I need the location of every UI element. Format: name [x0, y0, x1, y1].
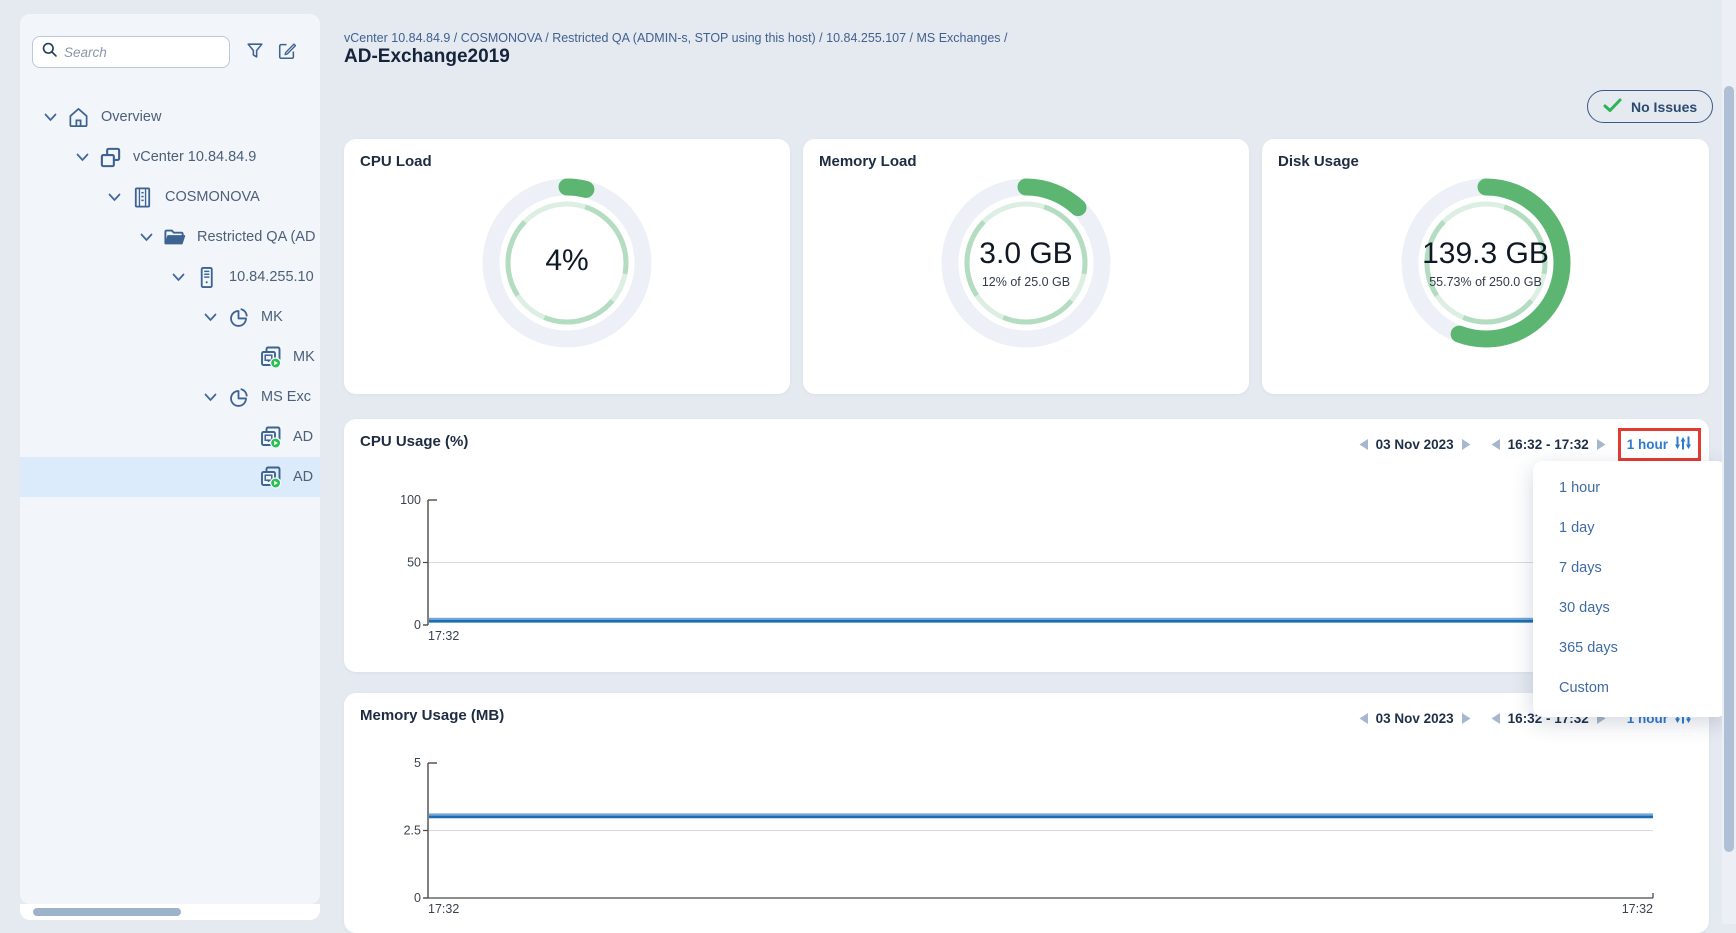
page-vertical-scrollbar[interactable]	[1722, 0, 1736, 924]
pool-icon	[227, 306, 251, 329]
chevron-down-icon[interactable]	[44, 113, 58, 122]
tree-item-ad[interactable]: AD	[20, 457, 320, 497]
vm-icon	[259, 425, 283, 449]
cpu-usage-card: CPU Usage (%) 03 Nov 202316:32 - 17:321 …	[344, 419, 1709, 672]
tree-item-label: AD	[293, 469, 313, 485]
interval-option-7-days[interactable]: 7 days	[1533, 548, 1727, 588]
cpu-load-gauge: 4%	[472, 168, 662, 358]
navigation-tree: Overview vCenter 10.84.84.9 COSMONOVA Restr…	[20, 97, 320, 497]
interval-option-custom[interactable]: Custom	[1533, 668, 1727, 708]
tree-item-label: 10.84.255.10	[229, 269, 314, 285]
disk-usage-title: Disk Usage	[1278, 153, 1359, 170]
search-box[interactable]	[32, 36, 230, 68]
tree-item-label: Restricted QA (AD	[197, 229, 315, 245]
page-scrollbar-thumb[interactable]	[1724, 86, 1734, 852]
vm-icon	[259, 345, 283, 369]
tree-item-10-84-255-10[interactable]: 10.84.255.10	[20, 257, 320, 297]
tree-item-label: MS Exc	[261, 389, 311, 405]
chevron-down-icon[interactable]	[108, 193, 122, 202]
tree-item-vcenter-10-84-84-9[interactable]: vCenter 10.84.84.9	[20, 137, 320, 177]
edit-icon[interactable]	[274, 38, 300, 64]
tree-item-label: Overview	[101, 109, 161, 125]
vm-icon	[259, 465, 283, 489]
svg-text:0: 0	[414, 618, 421, 632]
tree-item-label: COSMONOVA	[165, 189, 260, 205]
memory-usage-chart: 5 2.5 0 17:32 17:32	[344, 693, 1709, 933]
check-icon	[1603, 98, 1622, 116]
sidebar: Overview vCenter 10.84.84.9 COSMONOVA Restr…	[20, 14, 320, 904]
cpu-usage-chart: 100 50 0 17:32	[344, 419, 1709, 672]
tree-item-label: AD	[293, 429, 313, 445]
tree-item-overview[interactable]: Overview	[20, 97, 320, 137]
home-icon	[67, 106, 91, 129]
memory-load-title: Memory Load	[819, 153, 917, 170]
svg-text:2.5: 2.5	[404, 824, 421, 838]
tree-item-mk[interactable]: MK	[20, 297, 320, 337]
folder-icon	[163, 226, 187, 249]
interval-option-1-hour[interactable]: 1 hour	[1533, 468, 1727, 508]
interval-option-365-days[interactable]: 365 days	[1533, 628, 1727, 668]
tree-item-label: vCenter 10.84.84.9	[133, 149, 256, 165]
sidebar-horizontal-scrollbar[interactable]	[20, 904, 320, 920]
tree-item-cosmonova[interactable]: COSMONOVA	[20, 177, 320, 217]
memory-load-gauge: 3.0 GB 12% of 25.0 GB	[931, 168, 1121, 358]
status-badge-label: No Issues	[1631, 99, 1697, 115]
tree-item-ms-exc[interactable]: MS Exc	[20, 377, 320, 417]
chevron-down-icon[interactable]	[140, 233, 154, 242]
chevron-down-icon[interactable]	[172, 273, 186, 282]
search-icon	[41, 41, 58, 63]
pool-icon	[227, 386, 251, 409]
svg-text:5: 5	[414, 756, 421, 770]
svg-text:0: 0	[414, 891, 421, 905]
tree-item-mk[interactable]: MK	[20, 337, 320, 377]
breadcrumb[interactable]: vCenter 10.84.84.9 / COSMONOVA / Restric…	[344, 31, 1008, 45]
disk-usage-card: Disk Usage 139.3 GB 55.73% of 250.0 GB	[1262, 139, 1709, 394]
tree-item-label: MK	[261, 309, 283, 325]
chevron-down-icon[interactable]	[204, 393, 218, 402]
memory-usage-card: Memory Usage (MB) 03 Nov 202316:32 - 17:…	[344, 693, 1709, 933]
svg-text:50: 50	[407, 556, 421, 570]
chevron-down-icon[interactable]	[204, 313, 218, 322]
svg-text:17:32: 17:32	[1622, 902, 1653, 916]
status-badge[interactable]: No Issues	[1587, 90, 1713, 123]
chevron-down-icon[interactable]	[76, 153, 90, 162]
interval-option-1-day[interactable]: 1 day	[1533, 508, 1727, 548]
svg-text:100: 100	[400, 493, 421, 507]
sidebar-toolbar	[20, 14, 320, 68]
cpu-load-card: CPU Load 4%	[344, 139, 790, 394]
memory-load-card: Memory Load 3.0 GB 12% of 25.0 GB	[803, 139, 1249, 394]
svg-text:17:32: 17:32	[428, 629, 459, 643]
sidebar-scrollbar-thumb[interactable]	[33, 908, 181, 916]
tree-item-restricted-qa-ad[interactable]: Restricted QA (AD	[20, 217, 320, 257]
tree-item-ad[interactable]: AD	[20, 417, 320, 457]
disk-usage-gauge: 139.3 GB 55.73% of 250.0 GB	[1391, 168, 1581, 358]
interval-dropdown-menu: 1 hour1 day7 days30 days365 daysCustom	[1533, 461, 1727, 717]
filter-icon[interactable]	[242, 38, 268, 64]
vcenter-icon	[99, 146, 123, 169]
host-icon	[195, 266, 219, 289]
search-input[interactable]	[64, 45, 194, 60]
cpu-load-title: CPU Load	[360, 153, 432, 170]
tree-item-label: MK	[293, 349, 315, 365]
svg-text:17:32: 17:32	[428, 902, 459, 916]
datacenter-icon	[131, 186, 155, 209]
interval-option-30-days[interactable]: 30 days	[1533, 588, 1727, 628]
page-title: AD-Exchange2019	[344, 46, 510, 68]
